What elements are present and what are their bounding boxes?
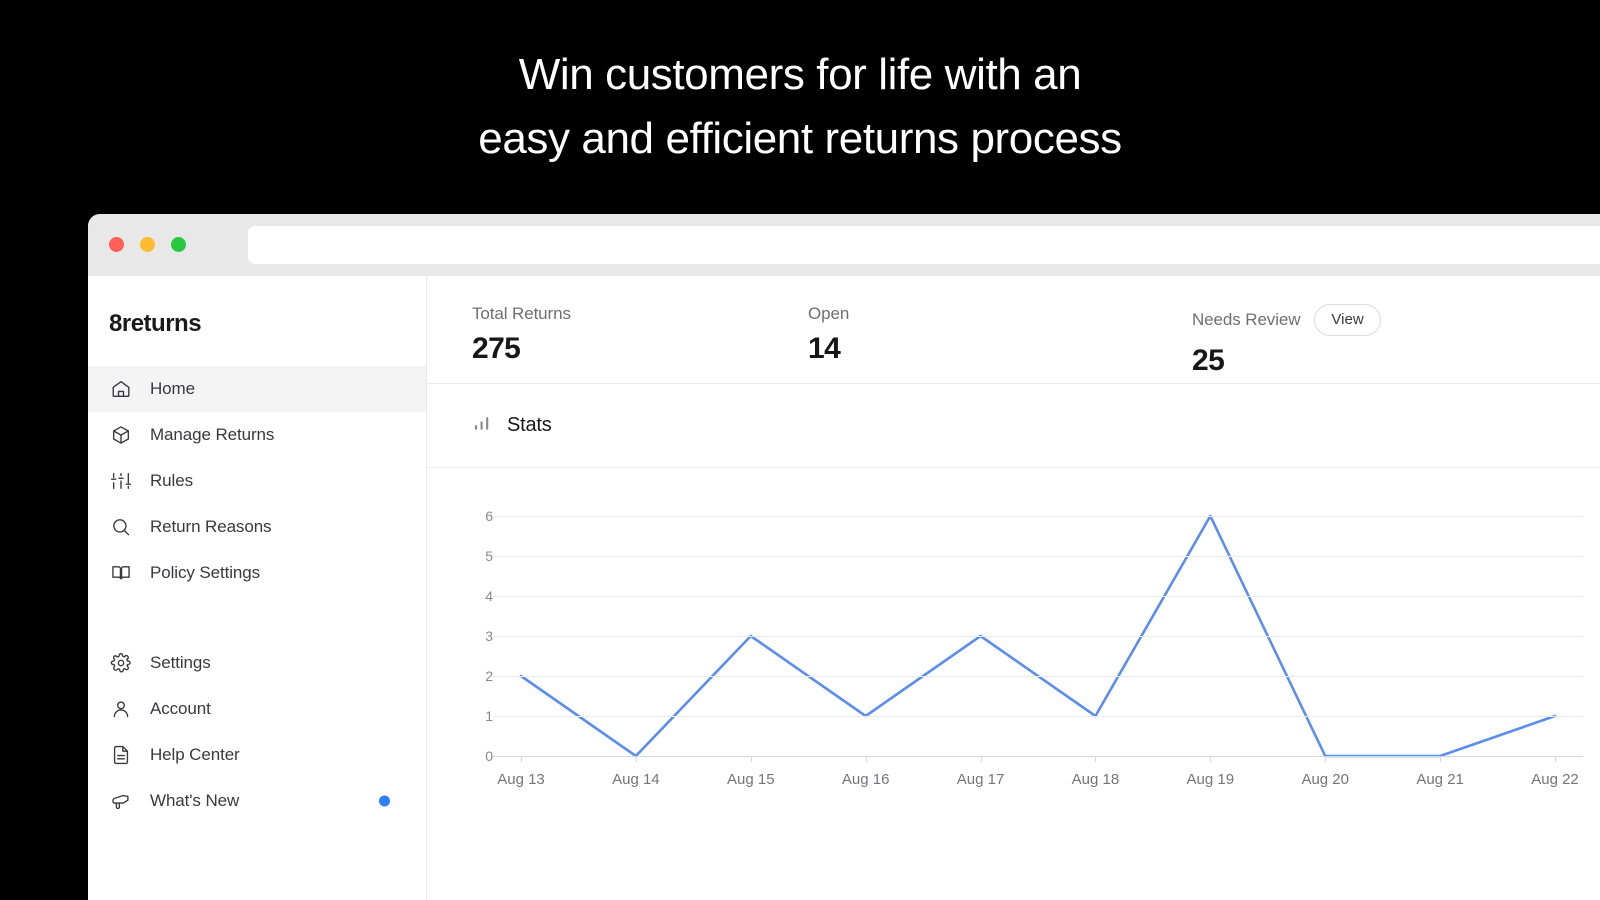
sidebar-item-label: Help Center bbox=[150, 745, 240, 764]
stat-value: 25 bbox=[1192, 344, 1225, 377]
chart-gridline bbox=[493, 756, 1583, 757]
stat-value: 14 bbox=[808, 332, 841, 365]
x-axis-tick bbox=[1440, 756, 1442, 762]
headline-line-2: easy and efficient returns process bbox=[478, 114, 1122, 163]
chart-gridline bbox=[493, 636, 1583, 637]
sidebar-item-help-center[interactable]: Help Center bbox=[88, 732, 426, 778]
x-axis-tick-label: Aug 20 bbox=[1301, 771, 1349, 788]
hero-headline: Win customers for life with an easy and … bbox=[0, 0, 1600, 214]
sidebar-item-return-reasons[interactable]: Return Reasons bbox=[88, 504, 426, 550]
sidebar-item-label: Home bbox=[150, 379, 195, 398]
x-axis-tick-label: Aug 13 bbox=[497, 771, 545, 788]
sidebar-item-whats-new[interactable]: What's New bbox=[88, 778, 426, 824]
chart-gridline bbox=[493, 516, 1583, 517]
view-needs-review-button[interactable]: View bbox=[1314, 304, 1381, 336]
sliders-icon bbox=[109, 469, 133, 493]
x-axis-tick bbox=[1325, 756, 1327, 762]
stat-label: Needs Review bbox=[1192, 310, 1301, 329]
sidebar-item-settings[interactable]: Settings bbox=[88, 640, 426, 686]
chart-gridline bbox=[493, 596, 1583, 597]
section-title: Stats bbox=[507, 414, 552, 436]
x-axis-tick bbox=[980, 756, 982, 762]
x-axis-tick bbox=[750, 756, 752, 762]
x-axis-tick bbox=[1095, 756, 1097, 762]
sidebar-item-label: Account bbox=[150, 699, 211, 718]
x-axis-tick-label: Aug 17 bbox=[956, 771, 1005, 788]
x-axis-tick bbox=[1555, 756, 1556, 762]
main-content: Total Returns 275 Open 14 Needs Review V… bbox=[427, 276, 1600, 900]
sidebar: 8returns Home Manage Returns Rules Retur… bbox=[88, 276, 427, 900]
book-icon bbox=[109, 561, 133, 585]
x-axis-tick-label: Aug 22 bbox=[1531, 771, 1579, 788]
sidebar-item-label: Manage Returns bbox=[150, 425, 275, 444]
chart-gridline bbox=[493, 556, 1583, 557]
search-icon bbox=[109, 515, 133, 539]
x-axis-tick-label: Aug 18 bbox=[1071, 771, 1120, 788]
sidebar-item-label: Settings bbox=[150, 653, 211, 672]
stats-chart: 0 1 2 3 4 5 6 Aug 13 Aug 14 Aug 15 Aug 16 Aug 17 Aug… bbox=[427, 468, 1600, 806]
app-body: 8returns Home Manage Returns Rules Retur… bbox=[88, 276, 1600, 900]
bar-chart-icon bbox=[472, 413, 492, 438]
box-icon bbox=[109, 423, 133, 447]
x-axis-tick bbox=[865, 756, 867, 762]
megaphone-icon bbox=[109, 789, 133, 813]
y-axis-tick-label: 4 bbox=[485, 588, 493, 604]
stats-summary-row: Total Returns 275 Open 14 Needs Review V… bbox=[427, 276, 1600, 384]
address-bar[interactable] bbox=[248, 226, 1600, 264]
y-axis-tick-label: 0 bbox=[485, 748, 493, 764]
y-axis-tick-label: 3 bbox=[485, 628, 493, 644]
stat-label: Open bbox=[808, 304, 850, 323]
y-axis-tick-label: 1 bbox=[485, 708, 493, 724]
y-axis-tick-label: 6 bbox=[485, 508, 493, 524]
x-axis-tick-label: Aug 14 bbox=[612, 771, 660, 788]
sidebar-item-label: Rules bbox=[150, 471, 193, 490]
x-axis-tick-label: Aug 16 bbox=[841, 771, 890, 788]
x-axis-tick-label: Aug 19 bbox=[1186, 771, 1235, 788]
gear-icon bbox=[109, 651, 133, 675]
primary-nav: Home Manage Returns Rules Return Reasons… bbox=[88, 366, 426, 824]
sidebar-item-account[interactable]: Account bbox=[88, 686, 426, 732]
browser-window: 8returns Home Manage Returns Rules Retur… bbox=[88, 214, 1600, 900]
document-icon bbox=[109, 743, 133, 767]
home-icon bbox=[109, 377, 133, 401]
chart-line-series bbox=[519, 514, 1557, 758]
sidebar-item-policy-settings[interactable]: Policy Settings bbox=[88, 550, 426, 596]
x-axis-tick bbox=[1210, 756, 1212, 762]
person-icon bbox=[109, 697, 133, 721]
x-axis-tick-label: Aug 21 bbox=[1416, 771, 1464, 788]
x-axis-tick bbox=[521, 756, 522, 762]
stat-card-total-returns: Total Returns 275 bbox=[427, 304, 763, 383]
stat-card-open: Open 14 bbox=[763, 304, 1147, 383]
x-axis-tick-label: Aug 15 bbox=[726, 771, 775, 788]
browser-chrome bbox=[88, 214, 1600, 276]
chart-gridline bbox=[493, 716, 1583, 717]
headline-line-1: Win customers for life with an bbox=[518, 50, 1082, 99]
app-logo: 8returns bbox=[109, 310, 202, 337]
sidebar-item-label: Policy Settings bbox=[150, 563, 260, 582]
stat-card-needs-review: Needs Review View 25 bbox=[1147, 304, 1381, 383]
minimize-window-button[interactable] bbox=[140, 237, 155, 252]
chart-gridline bbox=[493, 676, 1583, 677]
stats-section-header: Stats bbox=[427, 384, 1600, 468]
sidebar-item-label: What's New bbox=[150, 791, 240, 810]
y-axis-tick-label: 5 bbox=[485, 548, 493, 564]
sidebar-item-rules[interactable]: Rules bbox=[88, 458, 426, 504]
x-axis-tick bbox=[635, 756, 637, 762]
sidebar-item-manage-returns[interactable]: Manage Returns bbox=[88, 412, 426, 458]
status-badge bbox=[379, 795, 390, 807]
line-chart-plot: 0 1 2 3 4 5 6 Aug 13 Aug 14 Aug 15 Aug 16 Aug 17 Aug… bbox=[453, 506, 1583, 806]
stat-value: 275 bbox=[472, 332, 521, 365]
sidebar-item-home[interactable]: Home bbox=[88, 366, 426, 412]
y-axis-tick-label: 2 bbox=[485, 668, 493, 684]
close-window-button[interactable] bbox=[109, 237, 124, 252]
sidebar-item-label: Return Reasons bbox=[150, 517, 272, 536]
traffic-lights bbox=[109, 237, 186, 252]
maximize-window-button[interactable] bbox=[171, 237, 186, 252]
stat-label: Total Returns bbox=[472, 304, 571, 323]
